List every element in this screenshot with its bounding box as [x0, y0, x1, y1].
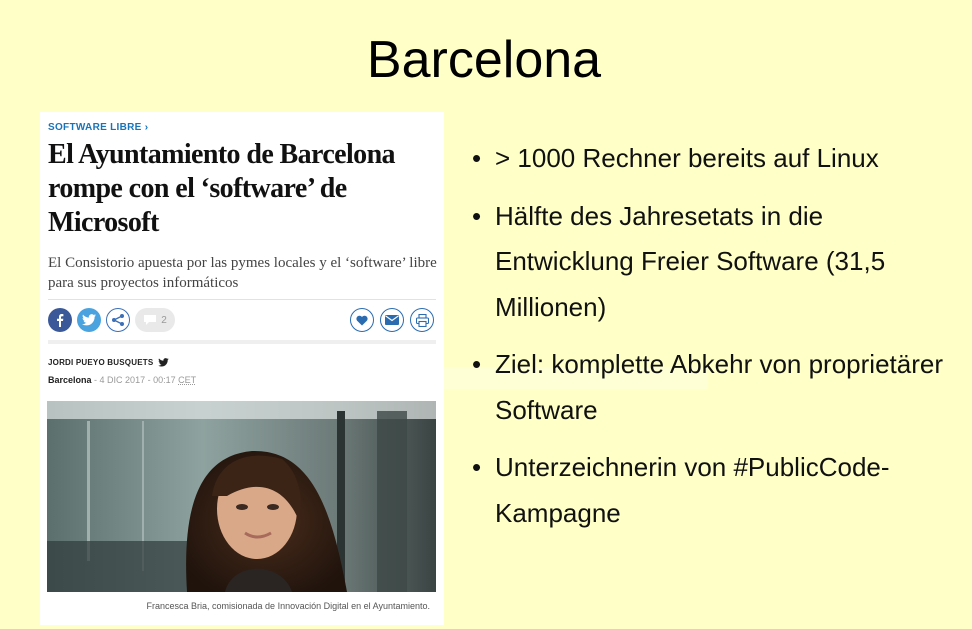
article-screenshot: SOFTWARE LIBRE › El Ayuntamiento de Barc… — [40, 112, 444, 625]
comments-button[interactable]: 2 — [135, 308, 175, 332]
action-bar — [350, 308, 434, 332]
share-icon — [112, 314, 124, 326]
chevron-right-icon: › — [144, 122, 149, 133]
dateline: Barcelona - 4 DIC 2017 - 00:17 CET — [48, 375, 197, 385]
article-headline: El Ayuntamiento de Barcelona rompe con e… — [48, 139, 396, 238]
bullet-item: Unterzeichnerin von #PublicCode-Kampagne — [470, 445, 960, 536]
divider — [48, 340, 436, 344]
twitter-bird-icon[interactable] — [158, 358, 170, 367]
save-button[interactable] — [350, 308, 374, 332]
slide-title: Barcelona — [366, 31, 602, 89]
share-button[interactable] — [106, 308, 130, 332]
twitter-icon — [82, 314, 96, 326]
print-icon — [415, 313, 429, 327]
article-photo — [47, 401, 436, 592]
bullet-list: > 1000 Rechner bereits auf Linux Hälfte … — [470, 136, 960, 548]
print-button[interactable] — [410, 308, 434, 332]
article-subhead: El Consistorio apuesta por las pymes loc… — [48, 255, 437, 291]
article-section-link[interactable]: SOFTWARE LIBRE › — [48, 122, 148, 133]
twitter-share-button[interactable] — [77, 308, 101, 332]
dateline-place: Barcelona — [48, 375, 92, 385]
photo-caption: Francesca Bria, comisionada de Innovació… — [146, 601, 431, 611]
heart-icon — [356, 315, 368, 325]
byline: JORDI PUEYO BUSQUETS — [48, 358, 170, 367]
divider — [48, 299, 436, 300]
kicker-label: SOFTWARE LIBRE — [48, 122, 142, 133]
mail-icon — [385, 315, 399, 325]
comment-icon — [144, 315, 157, 325]
bullet-item: > 1000 Rechner bereits auf Linux — [470, 136, 960, 182]
author-name[interactable]: JORDI PUEYO BUSQUETS — [48, 358, 153, 367]
bullet-item: Hälfte des Jahresetats in die Entwicklun… — [470, 194, 960, 331]
dateline-date: 4 DIC 2017 - 00:17 — [99, 375, 176, 385]
email-button[interactable] — [380, 308, 404, 332]
facebook-share-button[interactable] — [48, 308, 72, 332]
comment-count: 2 — [161, 314, 167, 326]
share-bar: 2 — [48, 308, 175, 332]
facebook-icon — [57, 314, 64, 327]
bullet-item: Ziel: komplette Abkehr von proprietärer … — [470, 342, 960, 433]
dateline-timezone: CET — [178, 375, 197, 385]
